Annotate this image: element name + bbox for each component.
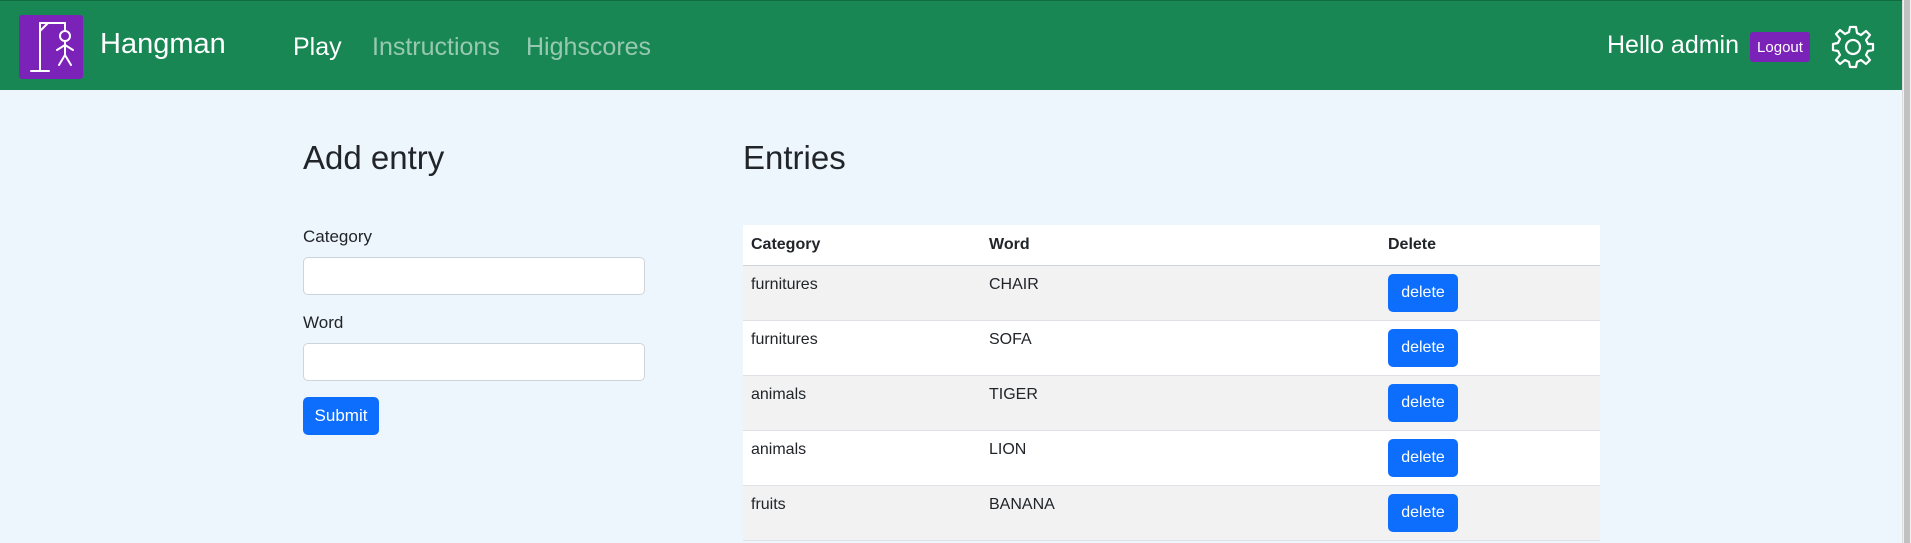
nav-instructions[interactable]: Instructions [372,31,500,63]
row-word-cell: SOFA [981,320,1380,376]
row-delete-cell: delete [1380,430,1600,486]
row-category-cell: furnitures [743,265,981,321]
column-header-delete: Delete [1380,225,1600,266]
add-entry-heading: Add entry [303,139,445,176]
row-word: BANANA [989,496,1055,513]
row-category: furnitures [751,331,818,348]
row-word-cell: CHAIR [981,265,1380,321]
user-greeting: Hello admin [1607,31,1740,59]
row-word: SOFA [989,331,1032,348]
hangman-icon [30,22,74,72]
row-word: LION [989,441,1027,458]
category-input[interactable] [303,257,645,295]
word-input[interactable] [303,343,645,381]
gear-icon [1831,25,1875,69]
table-row: animals LION delete [743,430,1600,486]
vertical-scrollbar[interactable] [1902,0,1911,543]
row-category-cell: fruits [743,485,981,541]
hangman-logo[interactable] [19,15,83,79]
row-word-cell: BANANA [981,485,1380,541]
category-label: Category [303,227,372,246]
table-row: furnitures SOFA delete [743,320,1600,376]
table-row: furnitures CHAIR delete [743,265,1600,321]
row-category-cell: furnitures [743,320,981,376]
row-delete-cell: delete [1380,320,1600,376]
row-word-cell: LION [981,430,1380,486]
brand-title[interactable]: Hangman [100,27,226,61]
row-delete-cell: delete [1380,375,1600,431]
delete-button[interactable]: delete [1388,439,1458,477]
row-word-cell: TIGER [981,375,1380,431]
table-row: fruits BANANA delete [743,485,1600,541]
logout-button[interactable]: Logout [1750,32,1810,62]
top-navbar: Hangman Play Instructions Highscores Hel… [0,0,1902,90]
column-header-word: Word [981,225,1380,266]
delete-button[interactable]: delete [1388,384,1458,422]
settings-button[interactable] [1830,24,1876,70]
column-header-category: Category [743,225,981,266]
scrollbar-thumb[interactable] [1904,0,1910,543]
row-category-cell: animals [743,430,981,486]
row-word: TIGER [989,386,1038,403]
nav-highscores[interactable]: Highscores [526,31,651,63]
row-category: animals [751,441,807,458]
entries-table: Category Word Delete furnitures CHAIR de… [743,225,1600,541]
nav-play[interactable]: Play [293,31,342,63]
row-delete-cell: delete [1380,485,1600,541]
row-category: animals [751,386,807,403]
delete-button[interactable]: delete [1388,494,1458,532]
table-header-row: Category Word Delete [743,225,1600,266]
submit-button[interactable]: Submit [303,397,379,435]
row-word: CHAIR [989,276,1039,293]
delete-button[interactable]: delete [1388,329,1458,367]
row-category-cell: animals [743,375,981,431]
entries-heading: Entries [743,139,846,176]
delete-button[interactable]: delete [1388,274,1458,312]
row-category: furnitures [751,276,818,293]
word-label: Word [303,313,344,332]
row-category: fruits [751,496,786,513]
table-row: animals TIGER delete [743,375,1600,431]
row-delete-cell: delete [1380,265,1600,321]
